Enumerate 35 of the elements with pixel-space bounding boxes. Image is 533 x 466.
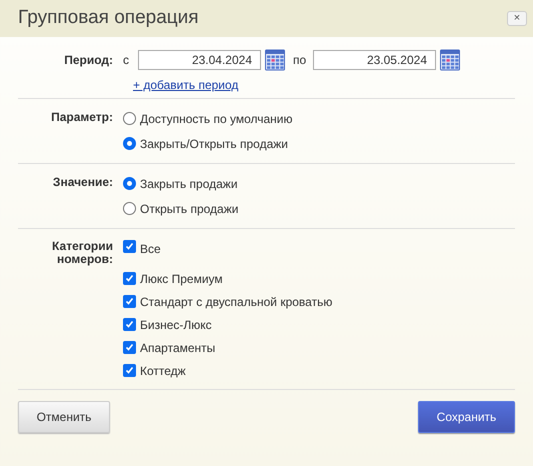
window-title: Групповая операция — [18, 6, 199, 30]
checkbox[interactable] — [123, 364, 136, 377]
option-label: Закрыть/Открыть продажи — [140, 136, 288, 152]
checkbox[interactable] — [123, 240, 136, 253]
from-label: с — [123, 52, 130, 68]
radio-button[interactable] — [123, 112, 136, 125]
radio-button[interactable] — [123, 137, 136, 150]
field-label: Значение: — [52, 174, 114, 191]
option-label: Все — [140, 241, 161, 258]
field-label: Параметр: — [50, 109, 114, 126]
close-button[interactable]: × — [507, 11, 527, 26]
cancel-button[interactable]: Отменить — [18, 401, 110, 433]
checkbox[interactable] — [123, 341, 136, 354]
option-label: Коттедж — [140, 362, 186, 380]
option-label: Стандарт с двуспальной кроватью — [140, 294, 332, 310]
save-button[interactable]: Сохранить — [418, 401, 515, 433]
radio-button[interactable] — [123, 177, 136, 190]
add-period-link[interactable]: + добавить период — [133, 78, 238, 92]
checkbox[interactable] — [123, 295, 136, 308]
option-label: Закрыть продажи — [140, 176, 238, 192]
date-field[interactable]: 23.05.2024 — [313, 50, 436, 70]
field-label: Период: — [63, 52, 114, 68]
date-field[interactable]: 23.04.2024 — [138, 50, 261, 70]
checkbox[interactable] — [123, 272, 136, 285]
calendar-icon[interactable] — [265, 48, 285, 70]
radio-button[interactable] — [123, 202, 136, 215]
to-label: по — [293, 52, 308, 68]
option-label: Апартаменты — [140, 340, 216, 356]
checkbox[interactable] — [123, 318, 136, 331]
calendar-icon[interactable] — [440, 48, 460, 70]
field-label: Категории номеров: — [51, 238, 114, 268]
option-label: Люкс Премиум — [140, 270, 223, 288]
option-label: Бизнес-Люкс — [140, 316, 212, 334]
option-label: Открыть продажи — [140, 200, 238, 218]
option-label: Доступность по умолчанию — [140, 110, 292, 128]
